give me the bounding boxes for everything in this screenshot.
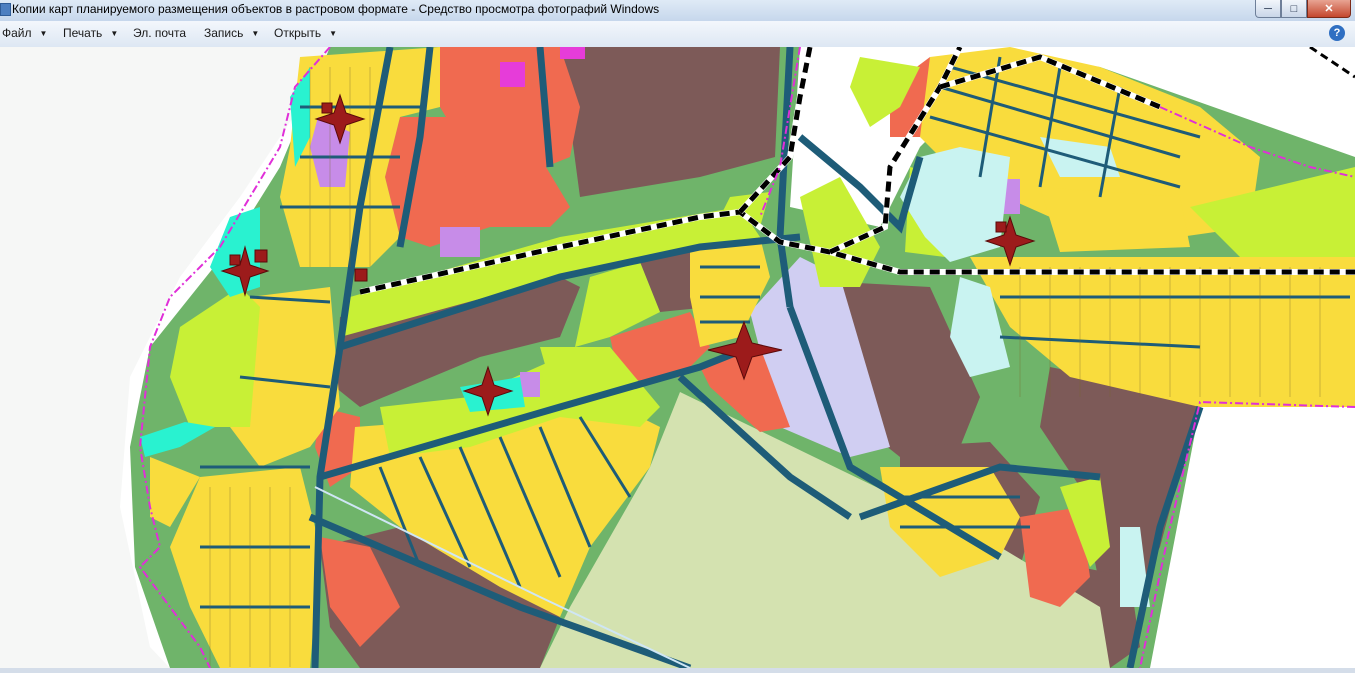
zoning-map (0, 47, 1355, 668)
menu-burn-label: Запись (204, 26, 244, 40)
minimize-button[interactable]: ─ (1255, 0, 1281, 18)
maximize-icon: □ (1290, 2, 1298, 15)
magenta-zone (560, 47, 585, 59)
marker-square-icon (995, 221, 1007, 233)
help-icon[interactable]: ? (1329, 25, 1345, 41)
social-zone (440, 227, 480, 257)
dropdown-arrow-icon: ▼ (329, 29, 338, 38)
menu-file-label: Файл (2, 26, 32, 40)
status-bar (0, 668, 1355, 673)
dropdown-arrow-icon: ▼ (39, 29, 48, 38)
menu-burn[interactable]: Запись ▼ (204, 26, 259, 40)
magenta-zone (500, 62, 525, 87)
menu-bar: Файл ▼ Печать ▼ Эл. почта Запись ▼ Открыть ▼… (0, 21, 1355, 48)
title-bar: Копии карт планируемого размещения объек… (0, 0, 1355, 22)
dropdown-arrow-icon: ▼ (110, 29, 119, 38)
residential-zone (1040, 187, 1190, 252)
window-title: Копии карт планируемого размещения объек… (12, 2, 660, 16)
menu-file[interactable]: Файл ▼ (2, 26, 47, 40)
dropdown-arrow-icon: ▼ (251, 29, 260, 38)
marker-square-icon (354, 268, 368, 282)
menu-open[interactable]: Открыть ▼ (274, 26, 337, 40)
menu-print-label: Печать (63, 26, 103, 40)
close-icon: ✕ (1324, 3, 1334, 15)
marker-square-icon (254, 249, 268, 263)
social-zone (520, 372, 540, 397)
window-controls: ─ □ ✕ (1255, 0, 1351, 18)
maximize-button[interactable]: □ (1281, 0, 1307, 18)
close-button[interactable]: ✕ (1307, 0, 1351, 18)
map-image-viewer[interactable] (0, 47, 1355, 668)
marker-square-icon (229, 254, 241, 266)
menu-print[interactable]: Печать ▼ (63, 26, 118, 40)
minimize-icon: ─ (1264, 2, 1272, 15)
marker-square-icon (321, 102, 333, 114)
menu-open-label: Открыть (274, 26, 322, 40)
photo-viewer-app-icon (0, 3, 11, 16)
menu-email-label: Эл. почта (133, 26, 187, 40)
menu-email[interactable]: Эл. почта (133, 26, 186, 40)
